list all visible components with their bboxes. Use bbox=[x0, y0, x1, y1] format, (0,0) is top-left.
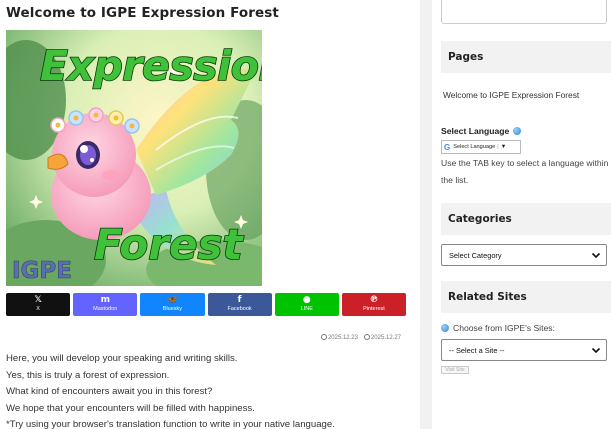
facebook-icon: f bbox=[237, 295, 242, 305]
search-box[interactable] bbox=[441, 0, 607, 24]
related-sites-widget-heading: Related Sites bbox=[441, 281, 611, 313]
clock-icon bbox=[320, 334, 327, 340]
chevron-down-icon bbox=[591, 347, 601, 354]
share-button-label: Facebook bbox=[227, 306, 252, 312]
pages-link-welcome[interactable]: Welcome to IGPE Expression Forest bbox=[443, 90, 579, 100]
line-icon: ● bbox=[302, 295, 311, 305]
sites-label: Choose from IGPE's Sites: bbox=[441, 323, 555, 333]
share-button-label: Pinterest bbox=[363, 306, 385, 312]
hero-title-expression: Expression bbox=[39, 41, 262, 91]
body-paragraph: *Try using your browser's translation fu… bbox=[6, 419, 335, 429]
body-paragraph: Yes, this is truly a forest of expressio… bbox=[6, 369, 170, 381]
page-title: Welcome to IGPE Expression Forest bbox=[6, 5, 279, 21]
share-button-label: Bluesky bbox=[162, 306, 183, 312]
body-paragraph: Here, you will develop your speaking and… bbox=[6, 353, 238, 364]
categories-widget-heading: Categories bbox=[441, 203, 611, 235]
google-translate-select[interactable]: G Select Language | ▼ bbox=[441, 140, 521, 154]
bluesky-icon: 🦋 bbox=[166, 295, 179, 305]
body-paragraph: What kind of encounters await you in thi… bbox=[6, 386, 213, 397]
updated-date: 2025.12.27 bbox=[363, 334, 401, 341]
share-button-label: Mastodon bbox=[93, 306, 118, 312]
main-content: Welcome to IGPE Expression Forest Expres… bbox=[0, 0, 420, 429]
google-icon: G bbox=[444, 142, 451, 152]
share-button-mastodon[interactable]: m Mastodon bbox=[73, 293, 138, 316]
share-button-x[interactable]: 𝕏X bbox=[6, 293, 71, 316]
share-button-pinterest[interactable]: ℗ Pinterest bbox=[341, 293, 407, 316]
igpe-logo: IGPE bbox=[12, 258, 73, 285]
share-button-label: LINE bbox=[300, 306, 313, 312]
site-select[interactable]: -- Select a Site -- bbox=[441, 339, 607, 361]
share-button-line[interactable]: ● LINE bbox=[274, 293, 339, 316]
dropdown-arrow-icon: ▼ bbox=[500, 144, 507, 150]
post-dates: 2025.12.23 2025.12.27 bbox=[320, 334, 401, 341]
post-body: Here, you will develop your speaking and… bbox=[6, 351, 406, 429]
body-paragraph: We hope that your encounters will be fil… bbox=[6, 402, 255, 414]
sidebar: Pages Welcome to IGPE Expression Forest … bbox=[432, 0, 612, 429]
hero-title-forest: Forest bbox=[93, 219, 243, 270]
category-select[interactable]: Select Category bbox=[441, 244, 607, 266]
pages-widget-heading: Pages bbox=[441, 41, 611, 73]
visit-site-button[interactable]: Visit Site bbox=[441, 366, 469, 374]
share-button-bluesky[interactable]: 🦋 Bluesky bbox=[140, 293, 205, 316]
search-input[interactable] bbox=[442, 1, 606, 24]
language-help-text: Use the TAB key to select a language wit… bbox=[441, 158, 609, 185]
chevron-down-icon bbox=[591, 252, 601, 259]
globe-icon bbox=[512, 127, 521, 135]
pinterest-icon: ℗ bbox=[369, 295, 379, 305]
language-label: Select Language bbox=[441, 126, 521, 136]
share-buttons: 𝕏 Xm Mastodon 🦋 Bluesky f Facebook ● LINE ℗ Pinter… bbox=[6, 293, 407, 316]
column-gutter bbox=[420, 0, 432, 429]
share-button-label: X bbox=[36, 306, 40, 312]
share-button-facebook[interactable]: f Facebook bbox=[207, 293, 272, 316]
x-icon: 𝕏 bbox=[34, 295, 42, 305]
refresh-icon bbox=[363, 334, 370, 340]
published-date: 2025.12.23 bbox=[320, 334, 358, 341]
mastodon-icon: m bbox=[100, 295, 110, 305]
featured-image[interactable]: Expression Forest IGPE bbox=[6, 30, 262, 286]
globe-icon bbox=[441, 324, 449, 332]
